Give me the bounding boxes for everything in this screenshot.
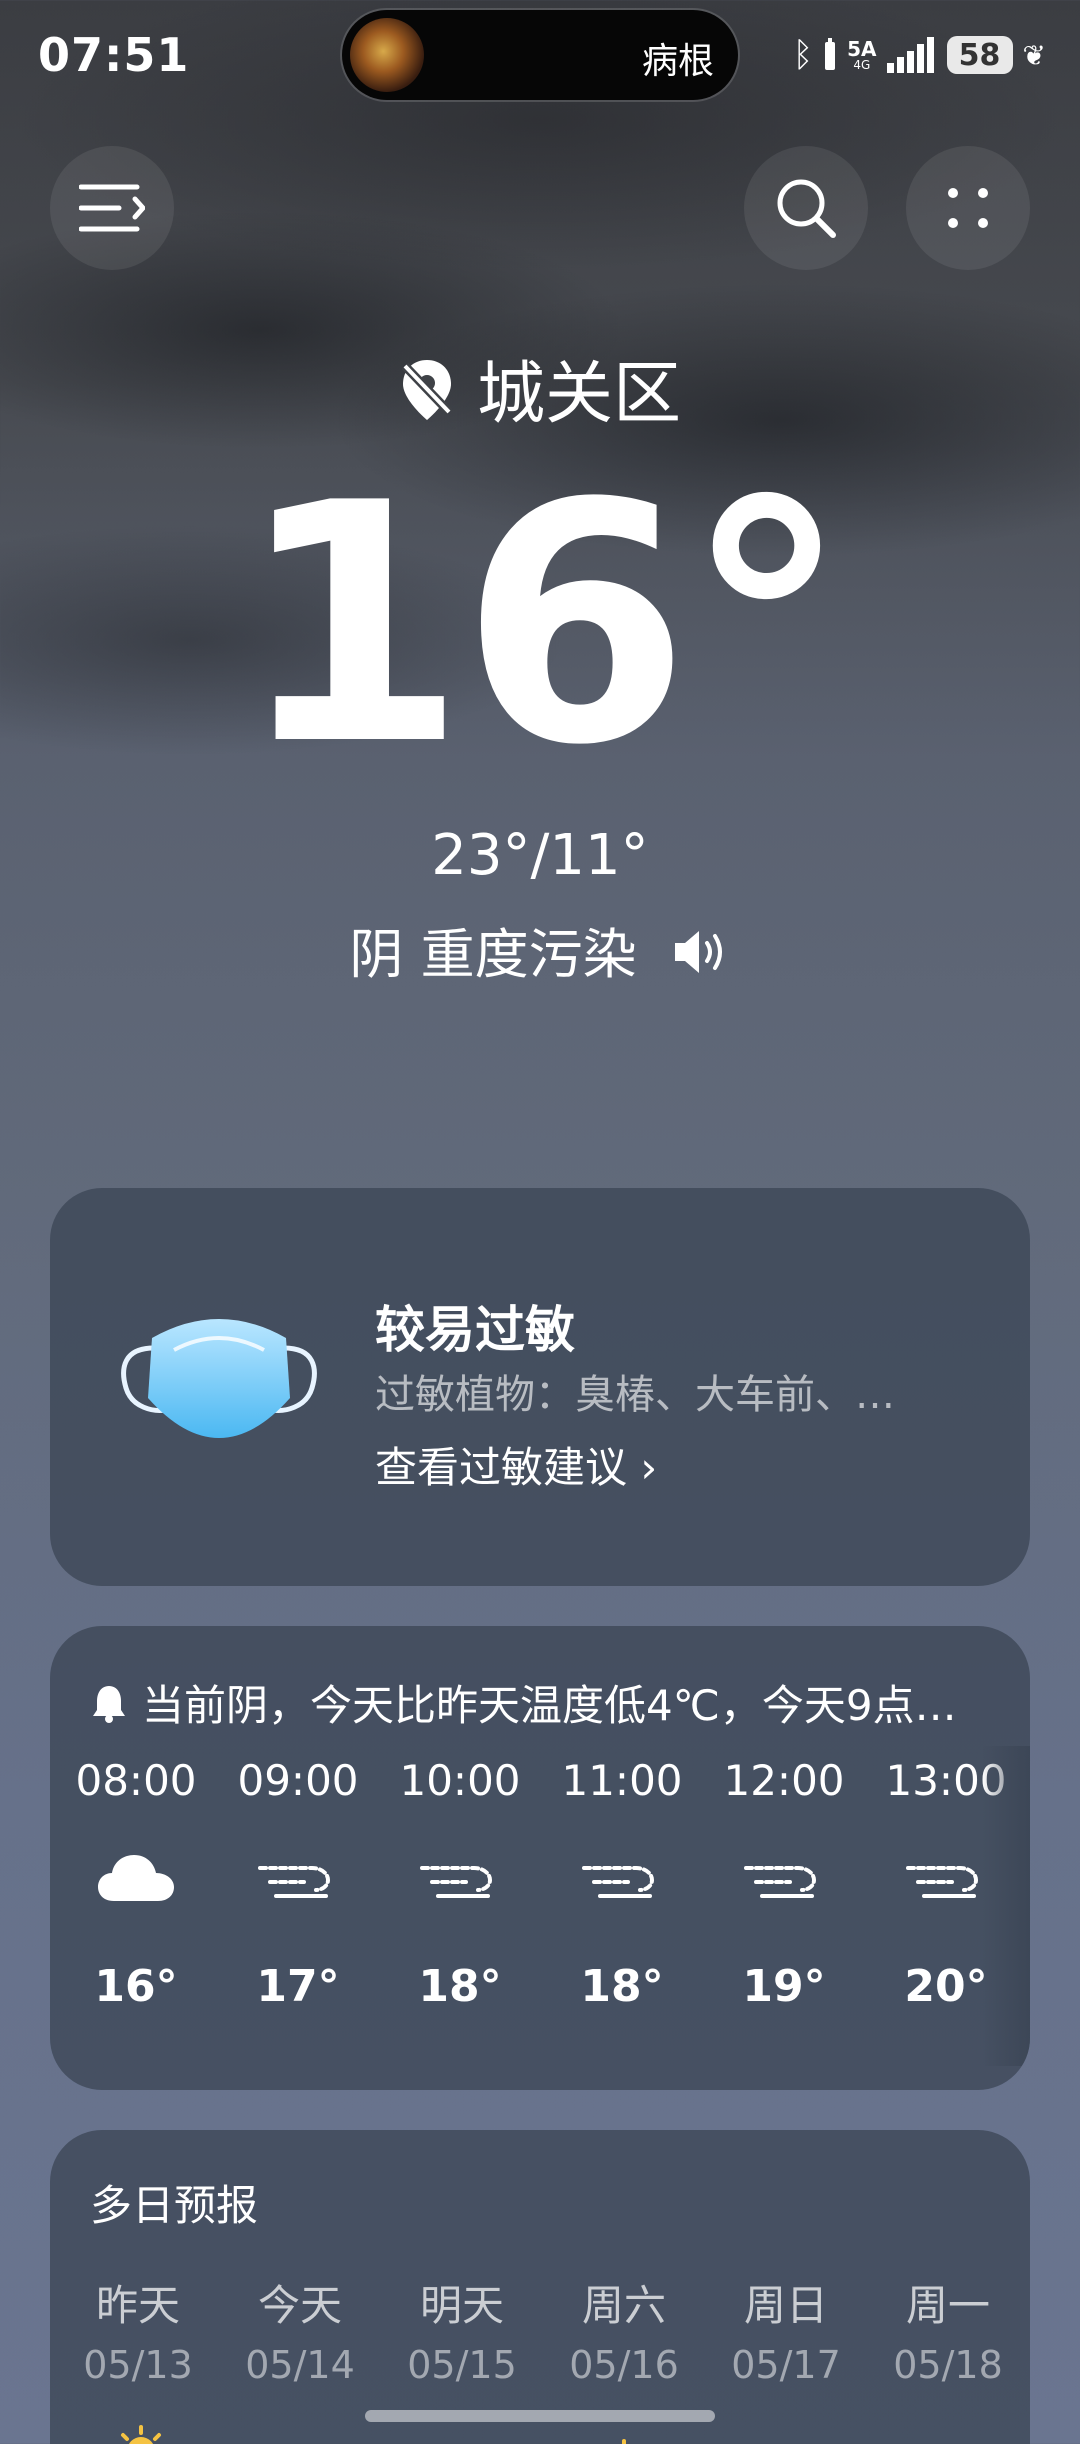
wind-icon: [379, 1819, 541, 1939]
forecast-alert[interactable]: 当前阴，今天比昨天温度低4℃，今天9点…: [92, 1672, 957, 1733]
dynamic-island[interactable]: 病根: [342, 10, 738, 100]
hour-item: 09:00 17°: [217, 1756, 379, 2012]
wind-icon: [219, 2423, 381, 2444]
hourly-forecast-card[interactable]: 当前阴，今天比昨天温度低4℃，今天9点… 08:00 16° 09:00 17°…: [50, 1626, 1030, 2090]
status-bar: 07:51 病根 ᛒ 5A 4G 58 ❦: [0, 0, 1080, 110]
current-temperature: 16°: [236, 433, 849, 817]
location-name: 城关区: [476, 355, 681, 434]
wind-icon: [703, 1819, 865, 1939]
more-button[interactable]: [906, 146, 1030, 270]
location-title[interactable]: 城关区: [0, 338, 1080, 439]
bluetooth-icon: ᛒ: [792, 35, 814, 75]
day-item[interactable]: 周日 05/17: [705, 2272, 867, 2444]
day-item[interactable]: 昨天 05/13: [57, 2272, 219, 2444]
scroll-fade: [982, 1746, 1030, 2066]
daily-forecast-card[interactable]: 多日预报 昨天 05/13 今天 05/14 明天 05/15 周六 05/16…: [50, 2130, 1030, 2444]
leaf-icon: ❦: [1022, 38, 1046, 72]
cloud-icon: [381, 2423, 543, 2444]
hour-item: 11:00 18°: [541, 1756, 703, 2012]
status-time: 07:51: [38, 28, 190, 82]
alert-text: 当前阴，今天比昨天温度低4℃，今天9点…: [142, 1681, 957, 1730]
hour-item: 08:00 16°: [55, 1756, 217, 2012]
search-icon: [777, 179, 836, 238]
hour-item: 12:00 19°: [703, 1756, 865, 2012]
bell-icon: [93, 1685, 125, 1723]
wind-icon: [217, 1819, 379, 1939]
grid-dots-icon: [948, 188, 988, 228]
allergy-card[interactable]: 较易过敏 过敏植物：臭椿、大车前、… 查看过敏建议 ›: [50, 1188, 1030, 1586]
home-indicator[interactable]: [365, 2410, 715, 2422]
media-title: 病根: [641, 41, 714, 82]
media-thumbnail[interactable]: [350, 18, 424, 92]
sunny-icon: [543, 2423, 705, 2444]
day-item[interactable]: 今天 05/14: [219, 2272, 381, 2444]
daily-title: 多日预报: [90, 2181, 259, 2230]
high-low-temperature: 23°/11°: [431, 823, 649, 888]
battery-saver-icon: [825, 38, 836, 70]
day-item[interactable]: 周一 05/18: [867, 2272, 1029, 2444]
partly-sunny-icon: [57, 2423, 219, 2444]
cloud-icon: [55, 1819, 217, 1939]
wind-icon: [541, 1819, 703, 1939]
cloud-icon: [705, 2423, 867, 2444]
location-off-icon: [399, 358, 455, 439]
mask-icon: [114, 1308, 324, 1462]
allergy-title: 较易过敏: [375, 1301, 575, 1359]
hourly-list[interactable]: 08:00 16° 09:00 17° 10:00 18° 11:00 18° …: [50, 1756, 1030, 2076]
weather-condition: 阴 重度污染: [0, 910, 1080, 990]
allergy-advice-link[interactable]: 查看过敏建议 ›: [375, 1434, 657, 1495]
moon-icon: [867, 2423, 1029, 2444]
condition-text: 阴 重度污染: [349, 923, 637, 986]
system-icons: ᛒ 5A 4G 58 ❦: [793, 30, 1046, 80]
battery-indicator: 58: [946, 36, 1013, 74]
signal-icon: [886, 37, 934, 73]
menu-button[interactable]: [50, 146, 174, 270]
hour-item: 10:00 18°: [379, 1756, 541, 2012]
network-type: 5A 4G: [847, 37, 877, 72]
speaker-icon[interactable]: [671, 927, 731, 990]
menu-icon: [79, 184, 145, 232]
allergy-plants: 过敏植物：臭椿、大车前、…: [375, 1372, 895, 1418]
search-button[interactable]: [744, 146, 868, 270]
